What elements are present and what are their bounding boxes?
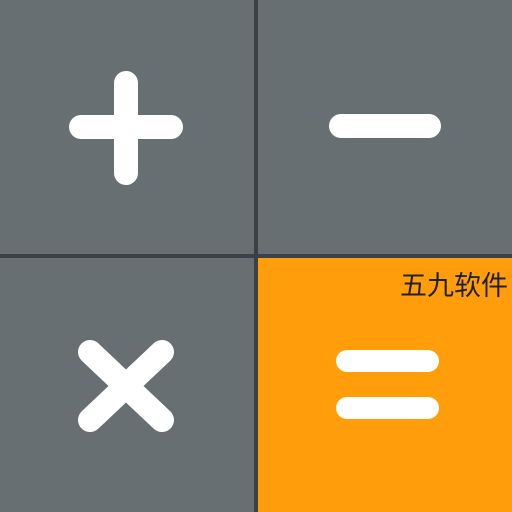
times-key[interactable] — [0, 258, 254, 512]
minus-key[interactable] — [258, 0, 512, 254]
minus-icon — [258, 0, 512, 254]
calculator-icon-grid: 五九软件 — [0, 0, 512, 512]
plus-key[interactable] — [0, 0, 254, 254]
plus-icon — [0, 0, 254, 254]
equals-key[interactable]: 五九软件 — [258, 258, 512, 512]
times-icon — [0, 258, 254, 512]
watermark-text: 五九软件 — [400, 271, 508, 302]
